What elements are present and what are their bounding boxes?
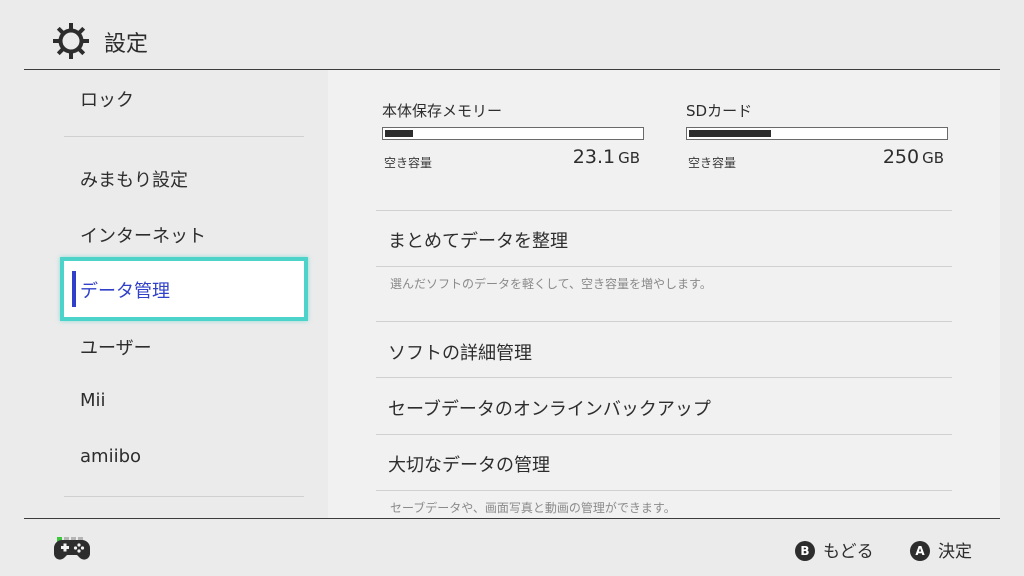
footer: B もどる A 決定: [0, 519, 1024, 576]
menu-divider: [376, 210, 952, 211]
menu-item-description: セーブデータや、画面写真と動画の管理ができます。: [390, 501, 676, 515]
header: 設定: [0, 0, 1024, 70]
menu-item-important-data[interactable]: 大切なデータの管理: [388, 451, 550, 477]
sd-card-storage: SDカード 空き容量 250 GB: [686, 100, 948, 170]
a-button-icon: A: [910, 541, 930, 561]
menu-divider: [376, 434, 952, 435]
storage-gauge-fill: [689, 130, 771, 137]
system-storage: 本体保存メモリー 空き容量 23.1 GB: [382, 100, 644, 170]
menu-item-description: 選んだソフトのデータを軽くして、空き容量を増やします。: [390, 277, 712, 291]
sidebar-item-users[interactable]: ユーザー: [80, 334, 152, 360]
main-panel: 本体保存メモリー 空き容量 23.1 GB SDカード 空き容量 250 GB まと…: [328, 70, 1000, 518]
menu-divider: [376, 490, 952, 491]
sidebar: ロック みまもり設定 インターネット データ管理 ユーザー Mii amiibo: [24, 70, 328, 518]
sidebar-divider: [64, 136, 304, 137]
storage-gauge: [382, 127, 644, 140]
menu-item-software-management[interactable]: ソフトの詳細管理: [388, 339, 532, 365]
selection-indicator: [72, 271, 76, 307]
free-space-label: 空き容量: [384, 156, 433, 170]
sidebar-item-internet[interactable]: インターネット: [80, 222, 206, 248]
free-space-value: 23.1 GB: [572, 146, 640, 168]
storage-name: 本体保存メモリー: [382, 102, 503, 120]
free-space-value: 250 GB: [882, 146, 944, 168]
confirm-label: 決定: [938, 542, 972, 562]
sidebar-item-data-management[interactable]: データ管理: [60, 257, 308, 321]
menu-item-bulk-archive[interactable]: まとめてデータを整理: [388, 227, 568, 253]
storage-name: SDカード: [686, 102, 753, 120]
sidebar-item-amiibo[interactable]: amiibo: [80, 446, 141, 467]
gear-icon: [53, 23, 89, 59]
back-label: もどる: [823, 542, 874, 562]
storage-gauge-fill: [385, 130, 413, 137]
back-hint[interactable]: B もどる: [795, 537, 874, 562]
menu-item-cloud-backup[interactable]: セーブデータのオンラインバックアップ: [388, 395, 711, 421]
page-title: 設定: [104, 32, 149, 57]
sidebar-item-parental-controls[interactable]: みまもり設定: [80, 166, 188, 192]
sidebar-item-lock[interactable]: ロック: [80, 86, 134, 112]
menu-divider: [376, 321, 952, 322]
sidebar-divider: [64, 496, 304, 497]
sidebar-item-mii[interactable]: Mii: [80, 390, 106, 411]
menu-divider: [376, 266, 952, 267]
confirm-hint[interactable]: A 決定: [910, 537, 972, 562]
free-space-label: 空き容量: [688, 156, 737, 170]
sidebar-item-label: データ管理: [80, 281, 170, 302]
b-button-icon: B: [795, 541, 815, 561]
menu-divider: [376, 377, 952, 378]
controller-icon: [54, 540, 90, 560]
storage-gauge: [686, 127, 948, 140]
